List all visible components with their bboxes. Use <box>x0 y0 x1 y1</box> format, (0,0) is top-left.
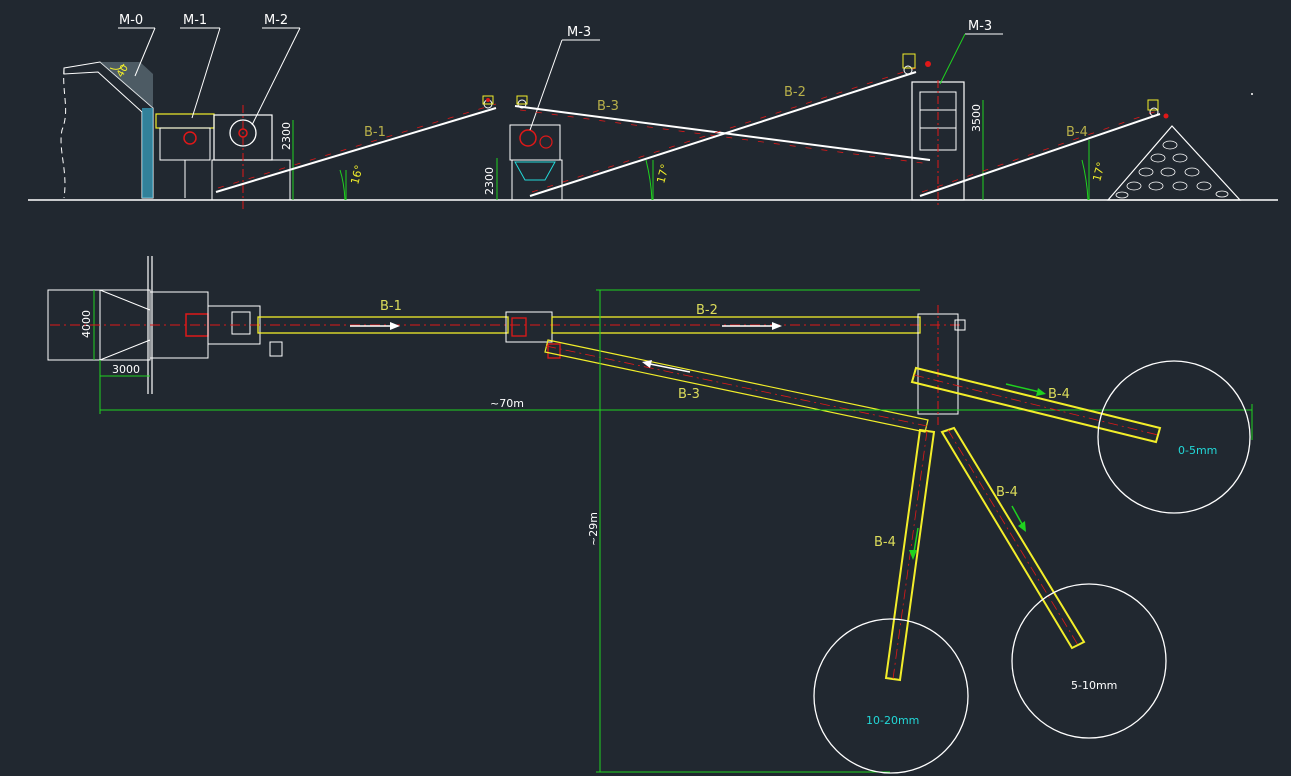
dim-2300-a: 2300 <box>280 122 293 150</box>
pile-label-5-10: 5-10mm <box>1071 679 1117 692</box>
label-b2-plan: B-2 <box>696 303 718 318</box>
label-m2: M-2 <box>264 13 288 28</box>
small-dot <box>1251 93 1253 95</box>
label-m0: M-0 <box>119 13 143 28</box>
label-b4-elev: B-4 <box>1066 125 1088 140</box>
dim-3000: 3000 <box>112 363 140 376</box>
label-b4-plan-b: B-4 <box>996 485 1018 500</box>
dim-70m: ~70m <box>490 397 524 410</box>
label-b4-plan-c: B-4 <box>874 535 896 550</box>
pile-label-0-5: 0-5mm <box>1178 444 1217 457</box>
label-b3-plan: B-3 <box>678 387 700 402</box>
label-m1: M-1 <box>183 13 207 28</box>
label-b4-plan-a: B-4 <box>1048 387 1070 402</box>
dim-2300-b: 2300 <box>483 167 496 195</box>
label-b2-elev: B-2 <box>784 85 806 100</box>
crushing-plant-drawing: M-0 40 M-1 M-2 2300 B-1 16° M-3 2300 B-3… <box>0 0 1291 776</box>
label-b1-plan: B-1 <box>380 299 402 314</box>
hopper-wall <box>142 108 153 198</box>
label-m3-left: M-3 <box>567 25 591 40</box>
label-b1-elev: B-1 <box>364 125 386 140</box>
dim-29m: ~29m <box>587 512 600 546</box>
dim-3500: 3500 <box>970 104 983 132</box>
label-m3-right: M-3 <box>968 19 992 34</box>
dim-4000: 4000 <box>80 310 93 338</box>
pile-label-10-20: 10-20mm <box>866 714 919 727</box>
drawing-background <box>0 0 1291 776</box>
label-b3-elev: B-3 <box>597 99 619 114</box>
